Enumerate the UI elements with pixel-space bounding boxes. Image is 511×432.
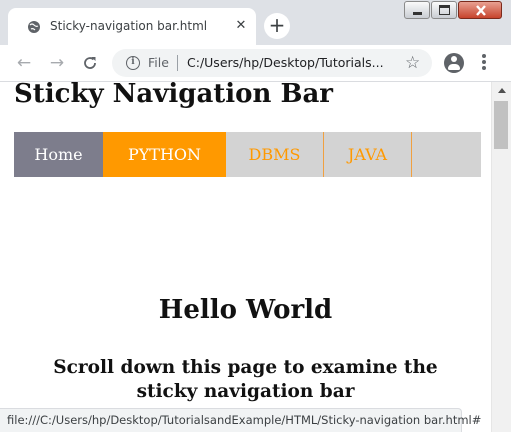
browser-titlebar: Sticky-navigation bar.html ✕ +: [0, 0, 511, 45]
kebab-menu-icon[interactable]: [481, 54, 487, 74]
page-title: Sticky Navigation Bar: [14, 82, 333, 109]
status-url: file:///C:/Users/hp/Desktop/Tutorialsand…: [7, 413, 482, 427]
nav-link-dbms[interactable]: DBMS: [226, 132, 324, 177]
globe-icon: [28, 21, 40, 33]
nav-link-python[interactable]: PYTHON: [103, 132, 226, 177]
address-bar[interactable]: i File C:/Users/hp/Desktop/Tutorials... …: [112, 49, 432, 77]
close-icon[interactable]: ✕: [234, 19, 248, 33]
address-separator: [177, 55, 178, 71]
status-bubble: file:///C:/Users/hp/Desktop/Tutorialsand…: [0, 408, 481, 432]
url-text[interactable]: C:/Users/hp/Desktop/Tutorials...: [187, 55, 384, 70]
page-scrollbar[interactable]: [491, 82, 511, 432]
scroll-message: Scroll down this page to examine the sti…: [53, 357, 438, 402]
tab-title: Sticky-navigation bar.html: [50, 19, 208, 33]
nav-link-home[interactable]: Home: [14, 132, 103, 177]
info-icon[interactable]: i: [126, 56, 140, 70]
hello-heading: Hello World: [158, 295, 333, 325]
close-window-icon[interactable]: [458, 1, 502, 19]
maximize-icon[interactable]: [431, 1, 457, 19]
scheme-label: File: [148, 55, 169, 70]
nav-link-java[interactable]: JAVA: [324, 132, 412, 177]
star-icon[interactable]: ☆: [405, 53, 420, 73]
scroll-up-arrow-icon[interactable]: [498, 88, 506, 93]
scroll-thumb[interactable]: [494, 101, 508, 149]
minimize-icon[interactable]: [404, 1, 430, 19]
browser-tab[interactable]: Sticky-navigation bar.html ✕: [8, 8, 256, 45]
plus-icon[interactable]: +: [264, 13, 290, 39]
account-icon[interactable]: [444, 53, 464, 73]
arrow-right-icon[interactable]: →: [45, 51, 69, 75]
page-viewport: Sticky Navigation Bar Home PYTHON DBMS J…: [0, 82, 491, 432]
sticky-navbar: Home PYTHON DBMS JAVA: [14, 132, 481, 177]
reload-icon[interactable]: [78, 51, 102, 75]
arrow-left-icon[interactable]: ←: [12, 51, 36, 75]
browser-toolbar: ← → i File C:/Users/hp/Desktop/Tutorials…: [0, 45, 511, 82]
